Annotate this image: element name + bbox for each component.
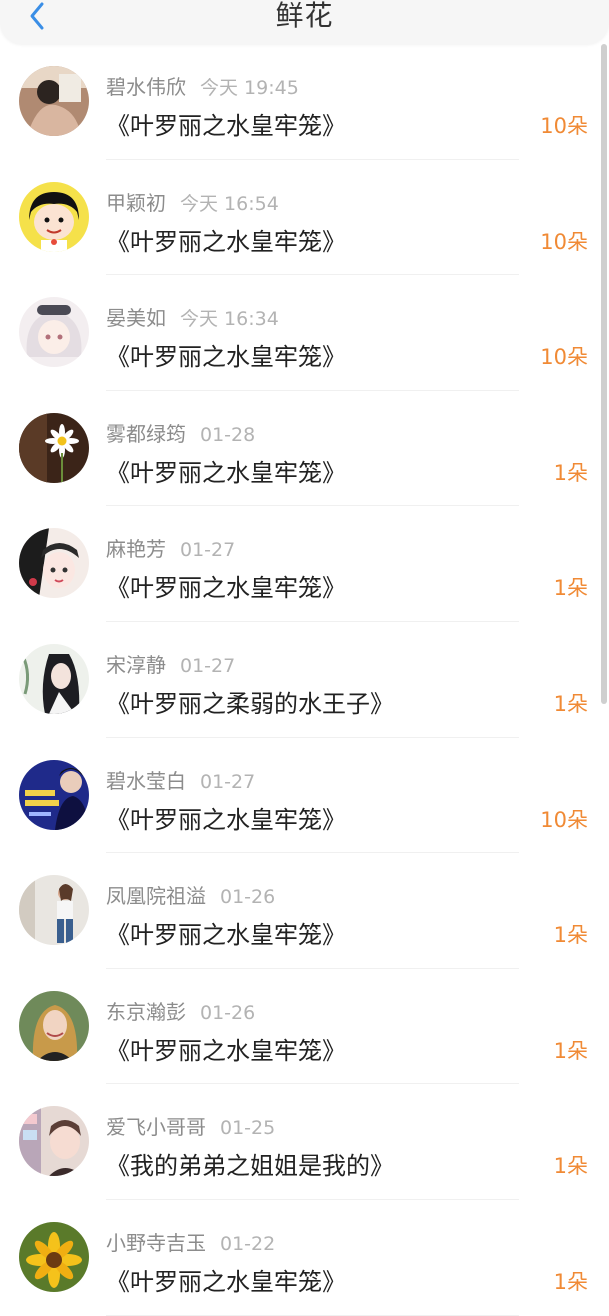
flower-count: 10朵 bbox=[540, 229, 588, 254]
avatar[interactable] bbox=[19, 1221, 89, 1292]
list-item[interactable]: 爱飞小哥哥 01-25 《我的弟弟之姐姐是我的》 1朵 bbox=[0, 1084, 609, 1200]
sender-name: 麻艳芳 bbox=[106, 537, 166, 562]
flower-count: 10朵 bbox=[540, 114, 588, 138]
sender-name: 东京瀚彭 bbox=[106, 999, 186, 1024]
sender-name: 甲颖初 bbox=[106, 190, 166, 215]
list-item[interactable]: 东京瀚彭 01-26 《叶罗丽之水皇牢笼》 1朵 bbox=[0, 969, 609, 1085]
avatar[interactable] bbox=[19, 643, 89, 714]
send-time: 今天 16:34 bbox=[180, 308, 279, 331]
book-title: 《叶罗丽之水皇牢笼》 bbox=[106, 343, 346, 372]
book-title: 《叶罗丽之水皇牢笼》 bbox=[106, 227, 346, 256]
sender-name: 凤凰院祖溢 bbox=[106, 884, 206, 909]
send-time: 今天 16:54 bbox=[180, 192, 279, 215]
page-title: 鲜花 bbox=[275, 0, 334, 32]
book-title: 《我的弟弟之姐姐是我的》 bbox=[106, 1152, 394, 1181]
book-title: 《叶罗丽之水皇牢笼》 bbox=[106, 112, 346, 140]
book-title: 《叶罗丽之水皇牢笼》 bbox=[106, 574, 346, 603]
top-bar: 鲜花 bbox=[0, 0, 609, 44]
send-time: 01-22 bbox=[220, 1232, 276, 1255]
list-item[interactable]: 碧水伟欣 今天 19:45 《叶罗丽之水皇牢笼》 10朵 bbox=[0, 44, 609, 160]
flower-count: 1朵 bbox=[553, 1038, 588, 1063]
avatar[interactable] bbox=[19, 1106, 89, 1177]
send-time: 01-26 bbox=[220, 886, 276, 909]
flower-count: 1朵 bbox=[553, 923, 588, 948]
sender-name: 碧水伟欣 bbox=[106, 75, 186, 99]
avatar[interactable] bbox=[19, 412, 89, 483]
send-time: 01-27 bbox=[200, 770, 256, 793]
sender-name: 碧水莹白 bbox=[106, 768, 186, 793]
book-title: 《叶罗丽之水皇牢笼》 bbox=[106, 458, 346, 487]
list-item[interactable]: 雾都绿筠 01-28 《叶罗丽之水皇牢笼》 1朵 bbox=[0, 391, 609, 507]
sender-name: 晏美如 bbox=[106, 306, 166, 331]
send-time: 01-26 bbox=[200, 1001, 256, 1024]
send-time: 01-28 bbox=[200, 423, 256, 446]
list-item[interactable]: 麻艳芳 01-27 《叶罗丽之水皇牢笼》 1朵 bbox=[0, 506, 609, 622]
flower-count: 1朵 bbox=[553, 691, 588, 716]
book-title: 《叶罗丽之水皇牢笼》 bbox=[106, 1036, 346, 1065]
send-time: 今天 19:45 bbox=[200, 77, 299, 99]
flower-count: 1朵 bbox=[553, 1154, 588, 1179]
sender-name: 小野寺吉玉 bbox=[106, 1230, 206, 1255]
avatar[interactable] bbox=[19, 66, 89, 136]
list-item[interactable]: 宋淳静 01-27 《叶罗丽之柔弱的水王子》 1朵 bbox=[0, 622, 609, 738]
flower-count: 1朵 bbox=[553, 576, 588, 601]
avatar[interactable] bbox=[19, 297, 89, 368]
avatar[interactable] bbox=[19, 528, 89, 599]
avatar[interactable] bbox=[19, 181, 89, 252]
flower-list: 碧水伟欣 今天 19:45 《叶罗丽之水皇牢笼》 10朵 甲颖初 今天 16:54 … bbox=[0, 44, 609, 1316]
book-title: 《叶罗丽之水皇牢笼》 bbox=[106, 805, 346, 834]
list-item[interactable]: 小野寺吉玉 01-22 《叶罗丽之水皇牢笼》 1朵 bbox=[0, 1200, 609, 1316]
list-item[interactable]: 凤凰院祖溢 01-26 《叶罗丽之水皇牢笼》 1朵 bbox=[0, 853, 609, 969]
book-title: 《叶罗丽之水皇牢笼》 bbox=[106, 1267, 346, 1296]
flower-count: 10朵 bbox=[540, 807, 588, 832]
scrollbar[interactable] bbox=[601, 44, 607, 704]
send-time: 01-27 bbox=[180, 654, 236, 677]
flower-count: 1朵 bbox=[553, 1269, 588, 1294]
send-time: 01-27 bbox=[180, 539, 236, 562]
sender-name: 爱飞小哥哥 bbox=[106, 1115, 206, 1140]
book-title: 《叶罗丽之柔弱的水王子》 bbox=[106, 689, 394, 718]
avatar[interactable] bbox=[19, 990, 89, 1061]
divider bbox=[106, 1314, 519, 1316]
send-time: 01-25 bbox=[220, 1117, 276, 1140]
avatar[interactable] bbox=[19, 875, 89, 946]
avatar[interactable] bbox=[19, 759, 89, 830]
list-item[interactable]: 甲颖初 今天 16:54 《叶罗丽之水皇牢笼》 10朵 bbox=[0, 160, 609, 276]
sender-name: 雾都绿筠 bbox=[106, 421, 186, 446]
flower-count: 1朵 bbox=[553, 460, 588, 485]
sender-name: 宋淳静 bbox=[106, 652, 166, 677]
list-item[interactable]: 晏美如 今天 16:34 《叶罗丽之水皇牢笼》 10朵 bbox=[0, 275, 609, 391]
book-title: 《叶罗丽之水皇牢笼》 bbox=[106, 921, 346, 950]
flower-count: 10朵 bbox=[540, 345, 588, 370]
list-item[interactable]: 碧水莹白 01-27 《叶罗丽之水皇牢笼》 10朵 bbox=[0, 738, 609, 854]
